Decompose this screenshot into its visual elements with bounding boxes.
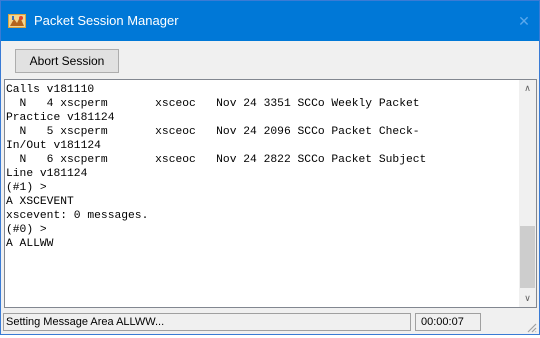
packet-radio-icon — [8, 13, 26, 29]
scroll-up-icon[interactable]: ∧ — [519, 80, 536, 97]
status-message: Setting Message Area ALLWW... — [3, 313, 411, 331]
close-icon[interactable]: ✕ — [509, 1, 539, 41]
scroll-thumb[interactable] — [520, 226, 535, 288]
title-bar[interactable]: Packet Session Manager ✕ — [1, 1, 539, 41]
window-title: Packet Session Manager — [34, 13, 179, 28]
resize-grip-icon[interactable] — [525, 320, 537, 333]
scroll-down-icon[interactable]: ∨ — [519, 290, 536, 307]
packet-session-manager-window: Packet Session Manager ✕ Abort Session C… — [0, 0, 540, 335]
abort-session-button[interactable]: Abort Session — [15, 49, 119, 73]
vertical-scrollbar[interactable]: ∧ ∨ — [519, 80, 536, 307]
session-output-text: Calls v181110 N 4 xscperm xsceoc Nov 24 … — [6, 84, 427, 250]
session-output-textarea[interactable]: Calls v181110 N 4 xscperm xsceoc Nov 24 … — [4, 79, 537, 308]
status-bar: Setting Message Area ALLWW... 00:00:07 — [1, 311, 539, 334]
elapsed-time: 00:00:07 — [415, 313, 481, 331]
toolbar: Abort Session — [1, 41, 539, 79]
